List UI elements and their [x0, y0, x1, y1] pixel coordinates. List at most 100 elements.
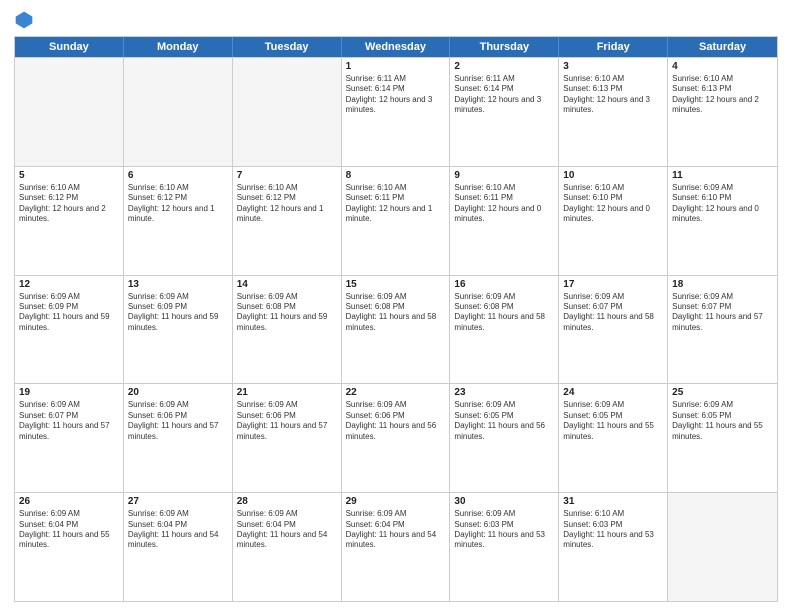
day-info: Sunrise: 6:10 AM Sunset: 6:10 PM Dayligh…	[563, 183, 663, 225]
day-number: 27	[128, 496, 228, 507]
calendar-cell: 11 Sunrise: 6:09 AM Sunset: 6:10 PM Dayli…	[668, 167, 777, 275]
day-number: 8	[346, 170, 446, 181]
calendar-cell: 5Sunrise: 6:10 AM Sunset: 6:12 PM Daylig…	[15, 167, 124, 275]
day-info: Sunrise: 6:11 AM Sunset: 6:14 PM Dayligh…	[346, 74, 446, 116]
day-info: Sunrise: 6:09 AM Sunset: 6:04 PM Dayligh…	[19, 509, 119, 551]
calendar-cell: 27 Sunrise: 6:09 AM Sunset: 6:04 PM Dayli…	[124, 493, 233, 601]
calendar-cell: 14Sunrise: 6:09 AM Sunset: 6:08 PM Dayli…	[233, 276, 342, 384]
calendar-row-3: 19Sunrise: 6:09 AM Sunset: 6:07 PM Dayli…	[15, 383, 777, 492]
day-number: 22	[346, 387, 446, 398]
logo-icon	[14, 10, 34, 30]
day-info: Sunrise: 6:09 AM Sunset: 6:09 PM Dayligh…	[128, 292, 228, 334]
day-info: Sunrise: 6:09 AM Sunset: 6:05 PM Dayligh…	[563, 400, 663, 442]
calendar-cell: 29 Sunrise: 6:09 AM Sunset: 6:04 PM Dayli…	[342, 493, 451, 601]
day-info: Sunrise: 6:10 AM Sunset: 6:12 PM Dayligh…	[237, 183, 337, 225]
day-number: 18	[672, 279, 773, 290]
calendar-cell: 3Sunrise: 6:10 AM Sunset: 6:13 PM Daylig…	[559, 58, 668, 166]
calendar-row-0: 1 Sunrise: 6:11 AM Sunset: 6:14 PM Daylig…	[15, 57, 777, 166]
calendar-header: SundayMondayTuesdayWednesdayThursdayFrid…	[15, 37, 777, 57]
day-number: 12	[19, 279, 119, 290]
header-day-tuesday: Tuesday	[233, 37, 342, 57]
calendar-cell: 2Sunrise: 6:11 AM Sunset: 6:14 PM Daylig…	[450, 58, 559, 166]
calendar-cell	[668, 493, 777, 601]
day-info: Sunrise: 6:09 AM Sunset: 6:06 PM Dayligh…	[128, 400, 228, 442]
day-info: Sunrise: 6:09 AM Sunset: 6:05 PM Dayligh…	[454, 400, 554, 442]
day-number: 1	[346, 61, 446, 72]
calendar-cell: 28 Sunrise: 6:09 AM Sunset: 6:04 PM Dayli…	[233, 493, 342, 601]
day-number: 7	[237, 170, 337, 181]
calendar-cell: 7 Sunrise: 6:10 AM Sunset: 6:12 PM Daylig…	[233, 167, 342, 275]
day-info: Sunrise: 6:09 AM Sunset: 6:04 PM Dayligh…	[237, 509, 337, 551]
day-number: 6	[128, 170, 228, 181]
calendar-cell: 12 Sunrise: 6:09 AM Sunset: 6:09 PM Dayli…	[15, 276, 124, 384]
calendar-cell	[233, 58, 342, 166]
day-info: Sunrise: 6:09 AM Sunset: 6:10 PM Dayligh…	[672, 183, 773, 225]
calendar-row-4: 26 Sunrise: 6:09 AM Sunset: 6:04 PM Dayli…	[15, 492, 777, 601]
header-day-thursday: Thursday	[450, 37, 559, 57]
logo	[14, 10, 36, 30]
calendar-cell: 25Sunrise: 6:09 AM Sunset: 6:05 PM Dayli…	[668, 384, 777, 492]
calendar-cell: 30Sunrise: 6:09 AM Sunset: 6:03 PM Dayli…	[450, 493, 559, 601]
day-number: 21	[237, 387, 337, 398]
day-info: Sunrise: 6:10 AM Sunset: 6:03 PM Dayligh…	[563, 509, 663, 551]
day-info: Sunrise: 6:09 AM Sunset: 6:04 PM Dayligh…	[128, 509, 228, 551]
day-info: Sunrise: 6:09 AM Sunset: 6:06 PM Dayligh…	[346, 400, 446, 442]
calendar-cell: 1 Sunrise: 6:11 AM Sunset: 6:14 PM Daylig…	[342, 58, 451, 166]
calendar-cell	[15, 58, 124, 166]
calendar-cell: 21Sunrise: 6:09 AM Sunset: 6:06 PM Dayli…	[233, 384, 342, 492]
calendar-cell: 26 Sunrise: 6:09 AM Sunset: 6:04 PM Dayli…	[15, 493, 124, 601]
day-number: 17	[563, 279, 663, 290]
day-number: 4	[672, 61, 773, 72]
day-info: Sunrise: 6:09 AM Sunset: 6:08 PM Dayligh…	[346, 292, 446, 334]
day-info: Sunrise: 6:10 AM Sunset: 6:12 PM Dayligh…	[128, 183, 228, 225]
day-info: Sunrise: 6:09 AM Sunset: 6:07 PM Dayligh…	[563, 292, 663, 334]
day-number: 26	[19, 496, 119, 507]
calendar-body: 1 Sunrise: 6:11 AM Sunset: 6:14 PM Daylig…	[15, 57, 777, 601]
header-day-sunday: Sunday	[15, 37, 124, 57]
day-info: Sunrise: 6:10 AM Sunset: 6:13 PM Dayligh…	[672, 74, 773, 116]
calendar-cell: 8Sunrise: 6:10 AM Sunset: 6:11 PM Daylig…	[342, 167, 451, 275]
day-number: 24	[563, 387, 663, 398]
header-day-monday: Monday	[124, 37, 233, 57]
calendar-cell: 9 Sunrise: 6:10 AM Sunset: 6:11 PM Daylig…	[450, 167, 559, 275]
day-info: Sunrise: 6:09 AM Sunset: 6:08 PM Dayligh…	[454, 292, 554, 334]
header-day-friday: Friday	[559, 37, 668, 57]
day-info: Sunrise: 6:09 AM Sunset: 6:07 PM Dayligh…	[672, 292, 773, 334]
day-number: 13	[128, 279, 228, 290]
day-info: Sunrise: 6:10 AM Sunset: 6:11 PM Dayligh…	[454, 183, 554, 225]
calendar-cell: 24 Sunrise: 6:09 AM Sunset: 6:05 PM Dayli…	[559, 384, 668, 492]
day-info: Sunrise: 6:09 AM Sunset: 6:04 PM Dayligh…	[346, 509, 446, 551]
calendar-row-2: 12 Sunrise: 6:09 AM Sunset: 6:09 PM Dayli…	[15, 275, 777, 384]
day-number: 10	[563, 170, 663, 181]
day-number: 23	[454, 387, 554, 398]
calendar-cell: 6 Sunrise: 6:10 AM Sunset: 6:12 PM Daylig…	[124, 167, 233, 275]
header	[14, 10, 778, 30]
calendar-cell: 23 Sunrise: 6:09 AM Sunset: 6:05 PM Dayli…	[450, 384, 559, 492]
day-number: 3	[563, 61, 663, 72]
calendar-cell: 4 Sunrise: 6:10 AM Sunset: 6:13 PM Daylig…	[668, 58, 777, 166]
day-number: 20	[128, 387, 228, 398]
day-info: Sunrise: 6:09 AM Sunset: 6:09 PM Dayligh…	[19, 292, 119, 334]
day-number: 5	[19, 170, 119, 181]
calendar-cell: 10 Sunrise: 6:10 AM Sunset: 6:10 PM Dayli…	[559, 167, 668, 275]
calendar-cell: 22 Sunrise: 6:09 AM Sunset: 6:06 PM Dayli…	[342, 384, 451, 492]
day-number: 14	[237, 279, 337, 290]
day-number: 29	[346, 496, 446, 507]
day-info: Sunrise: 6:09 AM Sunset: 6:03 PM Dayligh…	[454, 509, 554, 551]
calendar-cell: 31 Sunrise: 6:10 AM Sunset: 6:03 PM Dayli…	[559, 493, 668, 601]
day-number: 19	[19, 387, 119, 398]
day-number: 31	[563, 496, 663, 507]
page: SundayMondayTuesdayWednesdayThursdayFrid…	[0, 0, 792, 612]
calendar-cell: 18 Sunrise: 6:09 AM Sunset: 6:07 PM Dayli…	[668, 276, 777, 384]
header-day-saturday: Saturday	[668, 37, 777, 57]
day-info: Sunrise: 6:09 AM Sunset: 6:05 PM Dayligh…	[672, 400, 773, 442]
header-day-wednesday: Wednesday	[342, 37, 451, 57]
day-number: 2	[454, 61, 554, 72]
day-number: 9	[454, 170, 554, 181]
day-number: 15	[346, 279, 446, 290]
calendar-cell: 13 Sunrise: 6:09 AM Sunset: 6:09 PM Dayli…	[124, 276, 233, 384]
calendar-cell	[124, 58, 233, 166]
day-number: 11	[672, 170, 773, 181]
calendar-cell: 17 Sunrise: 6:09 AM Sunset: 6:07 PM Dayli…	[559, 276, 668, 384]
day-number: 28	[237, 496, 337, 507]
